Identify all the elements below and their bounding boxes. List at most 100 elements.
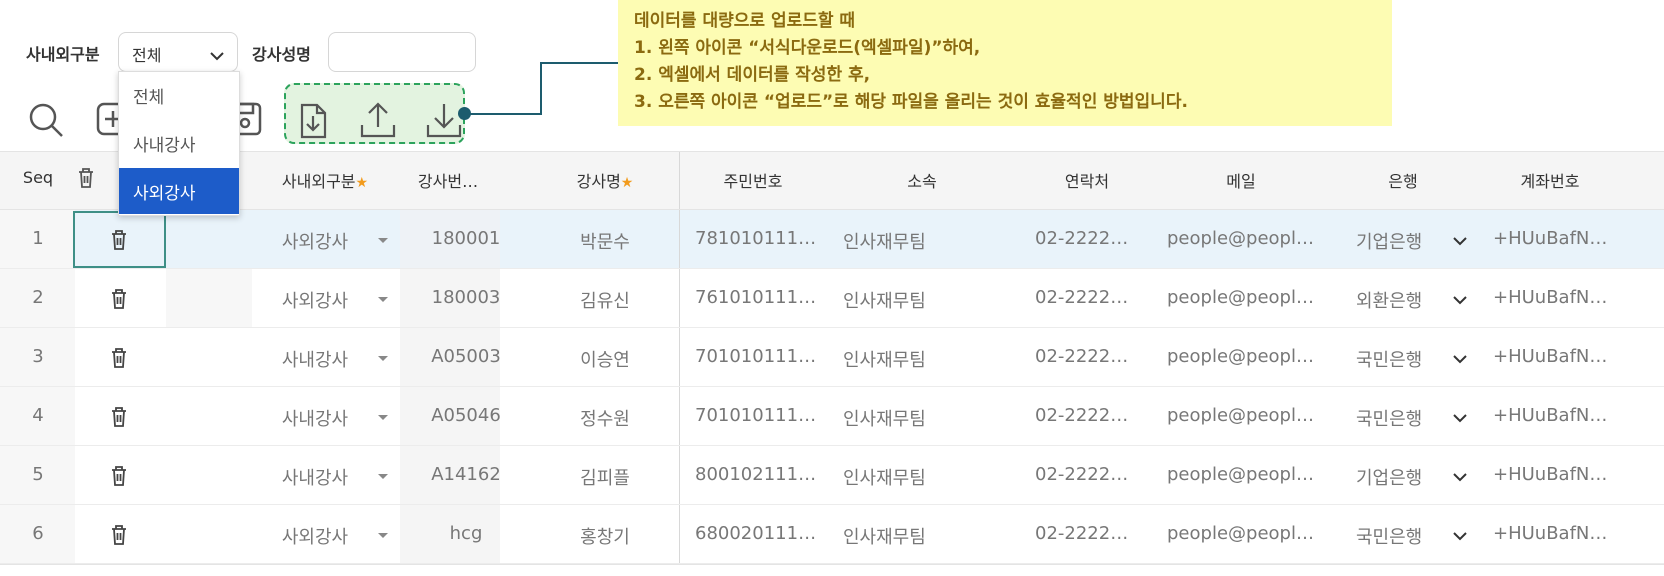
chevron-down-icon[interactable] xyxy=(1452,468,1468,487)
chevron-down-icon[interactable] xyxy=(1452,527,1468,546)
chevron-down-icon[interactable] xyxy=(1452,232,1468,251)
row-seq: 1 xyxy=(32,228,44,249)
row-code: A05046 xyxy=(431,405,501,426)
row-dept: 인사재무팀 xyxy=(843,232,926,253)
row-delete-icon[interactable] xyxy=(109,406,129,432)
col-email[interactable]: 메일 xyxy=(1226,168,1255,192)
row-phone: 02-2222… xyxy=(1035,346,1129,367)
row-name: 박문수 xyxy=(580,232,630,253)
row-bank[interactable]: 기업은행 xyxy=(1356,464,1422,490)
col-rrn[interactable]: 주민번호 xyxy=(724,168,783,192)
row-bank[interactable]: 국민은행 xyxy=(1356,405,1422,431)
caret-down-icon[interactable] xyxy=(378,533,388,538)
row-type[interactable]: 사내강사 xyxy=(282,346,348,372)
row-bank[interactable]: 국민은행 xyxy=(1356,523,1422,549)
chevron-down-icon[interactable] xyxy=(1452,350,1468,369)
frozen-column-divider xyxy=(679,328,680,386)
row-type[interactable]: 사외강사 xyxy=(282,228,348,254)
row-name: 김유신 xyxy=(580,291,630,312)
row-account: +HUuBafN… xyxy=(1493,287,1608,308)
dropdown-option-all[interactable]: 전체 xyxy=(119,72,239,118)
row-name: 이승연 xyxy=(580,350,630,371)
table-row[interactable]: 1 사외강사 180001 박문수 781010111… 인사재무팀 02-22… xyxy=(0,210,1664,269)
table-row[interactable]: 3 사내강사 A05003 이승연 701010111… 인사재무팀 02-22… xyxy=(0,328,1664,387)
frozen-column-divider xyxy=(679,446,680,504)
row-account: +HUuBafN… xyxy=(1493,523,1608,544)
row-rrn: 800102111… xyxy=(695,464,817,485)
row-bank[interactable]: 외환은행 xyxy=(1356,287,1422,313)
type-filter-label: 사내외구분 xyxy=(26,45,100,64)
row-rrn: 701010111… xyxy=(695,405,817,426)
callout-connector-line xyxy=(465,113,542,115)
col-type-label: 사내외구분 xyxy=(281,172,356,191)
row-code: hcg xyxy=(449,523,483,544)
row-delete-icon[interactable] xyxy=(109,229,129,255)
col-dept[interactable]: 소속 xyxy=(907,168,936,192)
template-download-icon[interactable] xyxy=(293,101,333,141)
caret-down-icon[interactable] xyxy=(378,474,388,479)
row-bank[interactable]: 기업은행 xyxy=(1356,228,1422,254)
delete-column-icon[interactable] xyxy=(76,167,96,193)
row-name: 정수원 xyxy=(580,409,630,430)
table-row[interactable]: 5 사내강사 A14162 김피플 800102111… 인사재무팀 02-22… xyxy=(0,446,1664,505)
row-type[interactable]: 사외강사 xyxy=(282,287,348,313)
row-bank[interactable]: 국민은행 xyxy=(1356,346,1422,372)
row-code: 180001 xyxy=(431,228,501,249)
callout-line: 2. 엑셀에서 데이터를 작성한 후, xyxy=(634,65,871,85)
row-type[interactable]: 사외강사 xyxy=(282,523,348,549)
row-type[interactable]: 사내강사 xyxy=(282,405,348,431)
col-seq[interactable]: Seq xyxy=(23,168,53,187)
search-icon[interactable] xyxy=(26,100,66,140)
table-row[interactable]: 4 사내강사 A05046 정수원 701010111… 인사재무팀 02-22… xyxy=(0,387,1664,446)
upload-guide-callout: 데이터를 대량으로 업로드할 때 1. 왼쪽 아이콘 “서식다운로드(엑셀파일)… xyxy=(618,0,1392,126)
row-type[interactable]: 사내강사 xyxy=(282,464,348,490)
row-account: +HUuBafN… xyxy=(1493,405,1608,426)
row-seq: 3 xyxy=(32,346,44,367)
row-seq: 4 xyxy=(32,405,44,426)
upload-icon[interactable] xyxy=(358,100,398,140)
row-email: people@peopl… xyxy=(1167,523,1314,544)
row-dept: 인사재무팀 xyxy=(843,527,926,548)
row-code: A05003 xyxy=(431,346,501,367)
col-phone[interactable]: 연락처 xyxy=(1065,168,1109,192)
row-account: +HUuBafN… xyxy=(1493,464,1608,485)
row-dept: 인사재무팀 xyxy=(843,291,926,312)
dropdown-option-external[interactable]: 사외강사 xyxy=(119,168,239,214)
row-dept: 인사재무팀 xyxy=(843,350,926,371)
col-bank[interactable]: 은행 xyxy=(1388,168,1417,192)
download-icon[interactable] xyxy=(424,100,464,140)
name-filter-input[interactable] xyxy=(328,32,476,72)
row-seq: 2 xyxy=(32,287,44,308)
row-phone: 02-2222… xyxy=(1035,405,1129,426)
col-code[interactable]: 강사번… xyxy=(418,168,478,192)
caret-down-icon[interactable] xyxy=(378,415,388,420)
row-rrn: 701010111… xyxy=(695,346,817,367)
frozen-column-divider xyxy=(679,210,680,268)
frozen-column-divider xyxy=(679,387,680,445)
col-name[interactable]: 강사명★ xyxy=(577,168,634,192)
dropdown-option-internal[interactable]: 사내강사 xyxy=(119,120,239,166)
col-type[interactable]: 사내외구분★ xyxy=(282,168,368,192)
caret-down-icon[interactable] xyxy=(378,297,388,302)
row-email: people@peopl… xyxy=(1167,287,1314,308)
caret-down-icon[interactable] xyxy=(378,356,388,361)
chevron-down-icon[interactable] xyxy=(1452,409,1468,428)
row-delete-icon[interactable] xyxy=(109,288,129,314)
dropdown-overlap-band xyxy=(166,269,252,327)
type-filter-select[interactable]: 전체 xyxy=(118,32,238,72)
row-phone: 02-2222… xyxy=(1035,523,1129,544)
chevron-down-icon[interactable] xyxy=(1452,291,1468,310)
caret-down-icon[interactable] xyxy=(378,238,388,243)
row-email: people@peopl… xyxy=(1167,346,1314,367)
col-account[interactable]: 계좌번호 xyxy=(1521,168,1580,192)
table-row[interactable]: 2 사외강사 180003 김유신 761010111… 인사재무팀 02-22… xyxy=(0,269,1664,328)
table-row[interactable]: 6 사외강사 hcg 홍창기 680020111… 인사재무팀 02-2222…… xyxy=(0,505,1664,564)
row-delete-icon[interactable] xyxy=(109,524,129,550)
type-filter-value: 전체 xyxy=(132,46,162,65)
row-rrn: 761010111… xyxy=(695,287,817,308)
row-delete-icon[interactable] xyxy=(109,465,129,491)
row-code: A14162 xyxy=(431,464,501,485)
grid-header: Seq 사내외구분★ 강사번… 강사명★ 주민번호 소속 연락처 메일 은행 계… xyxy=(0,152,1664,210)
name-filter-label: 강사성명 xyxy=(252,45,311,64)
row-delete-icon[interactable] xyxy=(109,347,129,373)
